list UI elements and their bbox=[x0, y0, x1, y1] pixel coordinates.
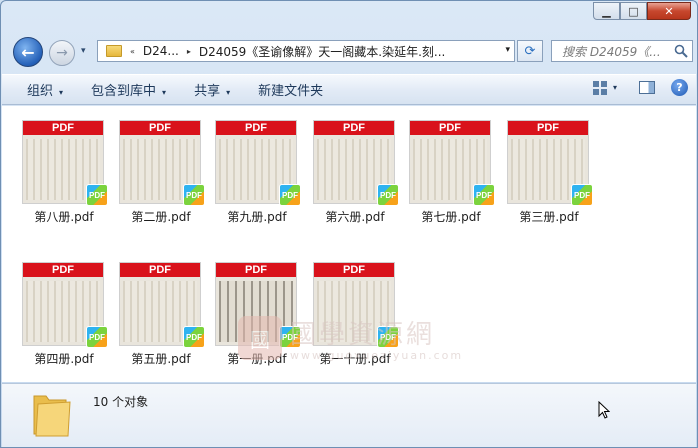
caption-buttons: ▁ □ ✕ bbox=[593, 2, 691, 20]
pdf-app-icon: PDF bbox=[279, 184, 301, 206]
file-name: 第二册.pdf bbox=[131, 210, 191, 224]
pdf-app-icon: PDF bbox=[86, 326, 108, 348]
file-item[interactable]: PDF PDF 第三册.pdf bbox=[499, 112, 595, 232]
file-item[interactable]: PDF PDF 第八册.pdf bbox=[14, 112, 110, 232]
watermark: 國 國學資源網 www.guoxueziyuan.com bbox=[238, 314, 463, 362]
forward-arrow-icon: → bbox=[56, 45, 68, 61]
search-icon bbox=[674, 44, 688, 58]
file-item[interactable]: PDF PDF 第四册.pdf bbox=[14, 254, 110, 374]
recent-pages-button[interactable]: ▾ bbox=[81, 46, 86, 56]
folder-icon bbox=[33, 395, 71, 437]
file-name: 第四册.pdf bbox=[34, 352, 94, 366]
chevron-down-icon: ▾ bbox=[162, 88, 167, 97]
breadcrumb-item-parent[interactable]: D24... bbox=[137, 44, 185, 58]
pdf-banner: PDF bbox=[216, 121, 296, 135]
file-name: 第三册.pdf bbox=[519, 210, 579, 224]
pdf-app-icon: PDF bbox=[183, 326, 205, 348]
breadcrumb-separator-icon[interactable]: ▸ bbox=[185, 47, 193, 56]
file-item[interactable]: PDF PDF 第六册.pdf bbox=[305, 112, 401, 232]
refresh-icon: ⟳ bbox=[524, 43, 536, 59]
pdf-app-icon: PDF bbox=[377, 184, 399, 206]
watermark-title: 國學資源網 bbox=[290, 320, 436, 350]
back-arrow-icon: ← bbox=[21, 42, 35, 62]
new-folder-button[interactable]: 新建文件夹 bbox=[258, 80, 323, 99]
back-button[interactable]: ← bbox=[13, 37, 43, 67]
file-item[interactable]: PDF PDF 第二册.pdf bbox=[111, 112, 207, 232]
share-menu[interactable]: 共享 ▾ bbox=[194, 80, 230, 99]
refresh-button[interactable]: ⟳ bbox=[517, 40, 543, 62]
watermark-url: www.guoxueziyuan.com bbox=[290, 349, 464, 362]
address-bar[interactable]: « D24... ▸ D24059《圣谕像解》天一阁藏本.染延年.刻... ▾ bbox=[97, 40, 515, 62]
pdf-app-icon: PDF bbox=[183, 184, 205, 206]
maximize-button[interactable]: □ bbox=[620, 2, 647, 20]
breadcrumb-overflow[interactable]: « bbox=[128, 47, 137, 56]
organize-menu[interactable]: 组织 ▾ bbox=[27, 80, 63, 99]
file-item[interactable]: PDF PDF 第五册.pdf bbox=[111, 254, 207, 374]
watermark-seal-icon: 國 bbox=[238, 316, 282, 360]
file-item[interactable]: PDF PDF 第七册.pdf bbox=[401, 112, 497, 232]
include-in-library-menu[interactable]: 包含到库中 ▾ bbox=[91, 80, 166, 99]
close-button[interactable]: ✕ bbox=[647, 2, 691, 20]
pdf-banner: PDF bbox=[23, 121, 103, 135]
file-list-view[interactable]: PDF PDF 第八册.pdf PDF PDF 第二册.pdf PDF PDF … bbox=[2, 106, 696, 382]
file-name: 第八册.pdf bbox=[34, 210, 94, 224]
explorer-window: ▁ □ ✕ ← → ▾ « D24... ▸ D24059《圣谕像解》天一阁藏本… bbox=[0, 0, 698, 448]
folder-icon bbox=[106, 45, 122, 57]
item-count: 10 个对象 bbox=[93, 395, 149, 409]
search-input[interactable]: 搜索 D24059《... bbox=[551, 40, 693, 62]
pdf-banner: PDF bbox=[314, 263, 394, 277]
file-name: 第六册.pdf bbox=[325, 210, 385, 224]
change-view-icon[interactable] bbox=[592, 80, 607, 95]
forward-button[interactable]: → bbox=[49, 40, 75, 66]
pdf-app-icon: PDF bbox=[86, 184, 108, 206]
file-name: 第七册.pdf bbox=[421, 210, 481, 224]
pdf-banner: PDF bbox=[120, 121, 200, 135]
details-pane: 10 个对象 bbox=[2, 383, 696, 447]
file-name: 第九册.pdf bbox=[227, 210, 287, 224]
pdf-banner: PDF bbox=[314, 121, 394, 135]
chevron-down-icon: ▾ bbox=[226, 88, 231, 97]
help-icon[interactable]: ? bbox=[671, 79, 688, 96]
preview-pane-icon[interactable] bbox=[639, 81, 655, 94]
toolbar-right: ▾ ? bbox=[592, 79, 688, 96]
pdf-app-icon: PDF bbox=[571, 184, 593, 206]
pdf-banner: PDF bbox=[216, 263, 296, 277]
command-bar: 组织 ▾ 包含到库中 ▾ 共享 ▾ 新建文件夹 ▾ ? bbox=[2, 74, 696, 105]
chevron-down-icon: ▾ bbox=[59, 88, 64, 97]
pdf-app-icon: PDF bbox=[473, 184, 495, 206]
pdf-banner: PDF bbox=[508, 121, 588, 135]
pdf-banner: PDF bbox=[410, 121, 490, 135]
view-options-dropdown[interactable]: ▾ bbox=[613, 83, 617, 92]
navigation-bar: ← → ▾ « D24... ▸ D24059《圣谕像解》天一阁藏本.染延年.刻… bbox=[9, 37, 693, 67]
pdf-banner: PDF bbox=[23, 263, 103, 277]
breadcrumb-item-current[interactable]: D24059《圣谕像解》天一阁藏本.染延年.刻... bbox=[193, 43, 452, 60]
address-dropdown-icon[interactable]: ▾ bbox=[505, 45, 510, 55]
file-item[interactable]: PDF PDF 第九册.pdf bbox=[207, 112, 303, 232]
file-name: 第五册.pdf bbox=[131, 352, 191, 366]
mouse-cursor-icon bbox=[598, 401, 610, 419]
minimize-button[interactable]: ▁ bbox=[593, 2, 620, 20]
search-placeholder: 搜索 D24059《... bbox=[562, 44, 661, 59]
pdf-banner: PDF bbox=[120, 263, 200, 277]
